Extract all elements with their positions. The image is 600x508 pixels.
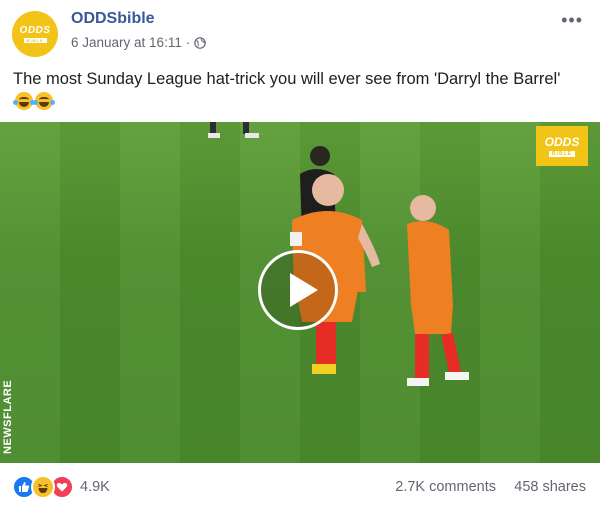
play-button[interactable] [258, 250, 338, 330]
reactions-summary[interactable]: 4.9K [12, 475, 110, 499]
reaction-count: 4.9K [80, 479, 110, 495]
odds-bible-watermark: ODDS BIBLE [536, 126, 588, 166]
joy-emoji [13, 92, 35, 110]
avatar-logo-text: ODDS [19, 24, 51, 36]
avatar-logo-subtext: BIBLE [23, 37, 47, 43]
play-icon [290, 273, 318, 307]
facebook-post: ODDS BIBLE ODDSbible 6 January at 16:11 … [0, 0, 600, 508]
video-player[interactable]: ODDS BIBLE NEWSFLARE [0, 122, 600, 463]
more-horizontal-icon[interactable]: ••• [561, 10, 583, 31]
caption-text: The most Sunday League hat-trick you wil… [13, 70, 561, 88]
post-caption: The most Sunday League hat-trick you wil… [13, 68, 573, 114]
page-avatar[interactable]: ODDS BIBLE [12, 11, 58, 57]
page-name-link[interactable]: ODDSbible [71, 10, 155, 28]
shares-count-link[interactable]: 458 shares [514, 479, 586, 495]
joy-emoji [33, 92, 55, 110]
post-timestamp[interactable]: 6 January at 16:11 [71, 35, 182, 50]
haha-icon [31, 475, 55, 499]
background-players [208, 122, 259, 138]
meta-separator: · [185, 35, 191, 50]
post-footer: 4.9K 2.7K comments 458 shares [0, 472, 600, 502]
post-meta: 6 January at 16:11 · [71, 35, 207, 50]
watermark-logo-text: ODDS [544, 134, 580, 149]
newsflare-watermark: NEWSFLARE [2, 379, 14, 454]
watermark-logo-subtext: BIBLE [549, 150, 575, 157]
comments-count-link[interactable]: 2.7K comments [395, 479, 496, 495]
player-figure-2 [407, 195, 469, 386]
globe-icon[interactable] [194, 36, 207, 49]
